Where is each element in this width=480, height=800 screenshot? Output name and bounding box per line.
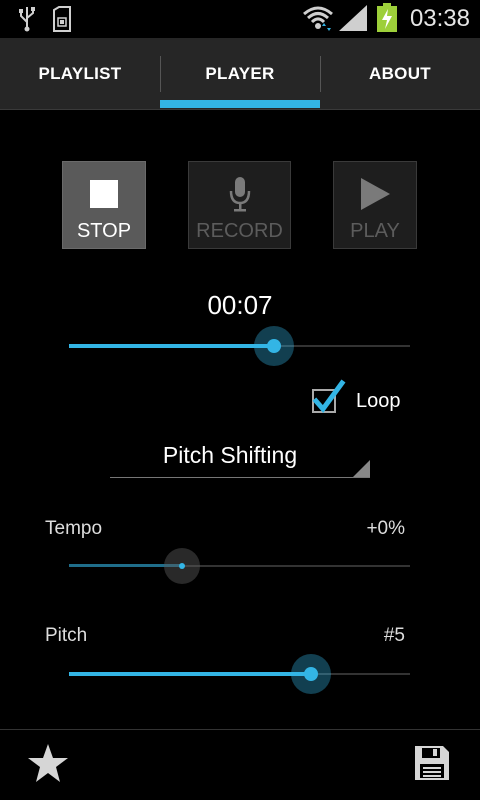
pitch-fill [69,672,312,676]
microphone-icon [228,176,252,212]
mode-spinner-value: Pitch Shifting [162,442,298,468]
play-icon [359,176,391,212]
tempo-thumb[interactable] [163,548,200,584]
tab-playlist[interactable]: PLAYLIST [0,38,160,110]
loop-checkbox[interactable] [312,379,346,413]
tab-bar: PLAYLIST PLAYER ABOUT [0,38,480,110]
save-button[interactable] [402,740,462,790]
star-icon [27,743,69,788]
sd-card-icon [52,6,72,37]
playback-time: 00:07 [207,290,273,320]
pitch-value: #5 [383,625,405,646]
spinner-arrow-icon [353,460,370,477]
record-label: RECORD [196,220,283,242]
progress-fill [69,344,274,348]
favorite-button[interactable] [18,740,78,790]
status-time: 03:38 [409,5,470,32]
tab-about[interactable]: ABOUT [320,38,480,110]
tempo-label: Tempo [45,518,103,539]
stop-button[interactable]: STOP [62,161,146,249]
signal-icon [338,4,368,37]
tab-selected-indicator [160,100,320,108]
stop-label: STOP [76,220,132,242]
pitch-slider[interactable] [69,654,410,694]
tempo-slider[interactable] [69,546,410,586]
pitch-thumb[interactable] [291,654,332,694]
loop-checkbox-row[interactable]: Loop [312,379,401,416]
stop-icon [89,176,119,212]
status-bar: 03:38 [0,0,480,38]
pitch-label: Pitch [45,625,88,646]
progress-slider[interactable] [69,326,410,366]
mode-spinner[interactable]: Pitch Shifting [110,440,370,478]
wifi-icon [302,4,334,37]
play-label: PLAY [350,220,400,242]
record-button[interactable]: RECORD [188,161,291,249]
progress-thumb[interactable] [253,326,294,366]
tempo-value: +0% [366,518,405,539]
battery-charging-icon [376,3,398,38]
loop-label: Loop [356,389,401,412]
bottom-action-bar [0,729,480,800]
save-icon [414,745,450,786]
play-button[interactable]: PLAY [333,161,417,249]
usb-icon [18,6,36,37]
